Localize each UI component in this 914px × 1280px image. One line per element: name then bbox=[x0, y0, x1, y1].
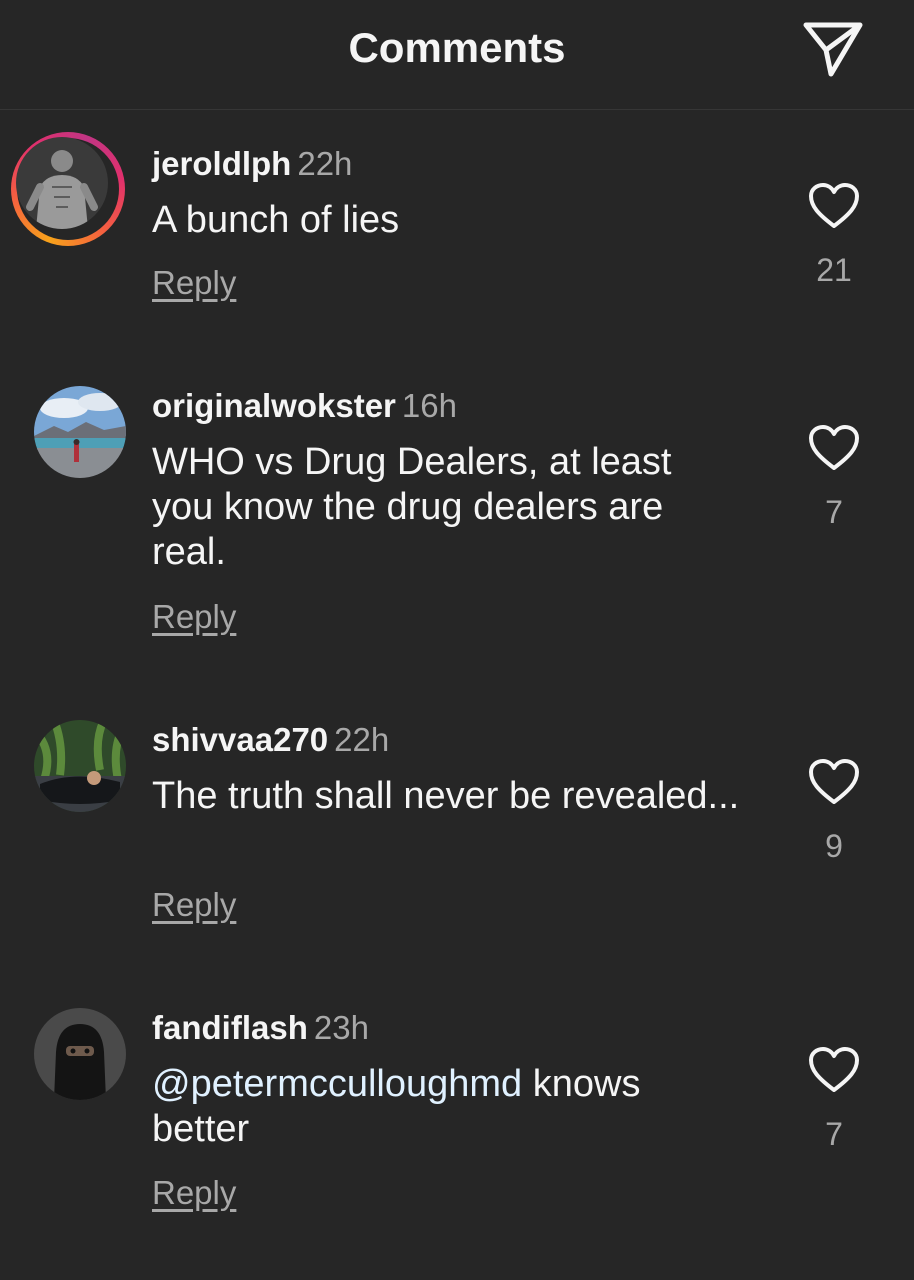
like-button[interactable] bbox=[808, 758, 860, 806]
comment-meta: shivvaa270 22h bbox=[152, 720, 389, 760]
heart-icon bbox=[809, 183, 859, 228]
comment-time: 16h bbox=[401, 387, 457, 424]
like-button[interactable] bbox=[808, 1046, 860, 1094]
comment-text: The truth shall never be revealed... bbox=[152, 775, 740, 817]
like-count: 7 bbox=[825, 1116, 843, 1152]
comment-username[interactable]: jeroldlph bbox=[152, 145, 291, 182]
comment-meta: fandiflash 23h bbox=[152, 1008, 369, 1048]
story-ring[interactable] bbox=[11, 132, 125, 246]
comment-item: originalwokster 16h WHO vs Drug Dealers, … bbox=[0, 386, 914, 646]
avatar[interactable] bbox=[34, 720, 126, 812]
comment-text: A bunch of lies bbox=[152, 199, 400, 241]
heart-icon bbox=[809, 425, 859, 470]
comment-meta: originalwokster 16h bbox=[152, 386, 457, 426]
comment-text: WHO vs Drug Dealers, at least you know t… bbox=[152, 441, 672, 573]
heart-icon bbox=[809, 759, 859, 804]
like-count: 9 bbox=[825, 828, 843, 864]
comment-item: shivvaa270 22h The truth shall never be r… bbox=[0, 720, 914, 930]
comment-username[interactable]: shivvaa270 bbox=[152, 721, 328, 758]
comment-text: @petermcculloughmd knows better bbox=[152, 1062, 742, 1152]
like-button[interactable] bbox=[808, 424, 860, 472]
reply-button[interactable]: Reply bbox=[152, 1174, 236, 1212]
like-count: 7 bbox=[825, 494, 843, 530]
comments-header: Comments bbox=[0, 0, 914, 110]
comment-item: fandiflash 23h @petermcculloughmd knows b… bbox=[0, 1008, 914, 1218]
like-button[interactable] bbox=[808, 182, 860, 230]
comment-time: 22h bbox=[297, 145, 353, 182]
share-button[interactable] bbox=[800, 20, 866, 80]
comment-username[interactable]: fandiflash bbox=[152, 1009, 308, 1046]
reply-button[interactable]: Reply bbox=[152, 886, 236, 924]
comment-meta: jeroldlph 22h bbox=[152, 144, 352, 184]
reply-button[interactable]: Reply bbox=[152, 598, 236, 636]
avatar[interactable] bbox=[34, 386, 126, 478]
paper-plane-icon bbox=[803, 22, 863, 77]
avatar[interactable] bbox=[34, 1008, 126, 1100]
reply-button[interactable]: Reply bbox=[152, 264, 236, 302]
comment-username[interactable]: originalwokster bbox=[152, 387, 396, 424]
like-count: 21 bbox=[816, 252, 852, 288]
comment-time: 22h bbox=[334, 721, 390, 758]
comment-item: jeroldlph 22h A bunch of lies Reply 21 bbox=[0, 132, 914, 324]
avatar[interactable] bbox=[16, 137, 108, 229]
mention-link[interactable]: @petermcculloughmd bbox=[152, 1063, 522, 1105]
heart-icon bbox=[809, 1047, 859, 1092]
page-title: Comments bbox=[348, 24, 566, 71]
comment-time: 23h bbox=[313, 1009, 369, 1046]
